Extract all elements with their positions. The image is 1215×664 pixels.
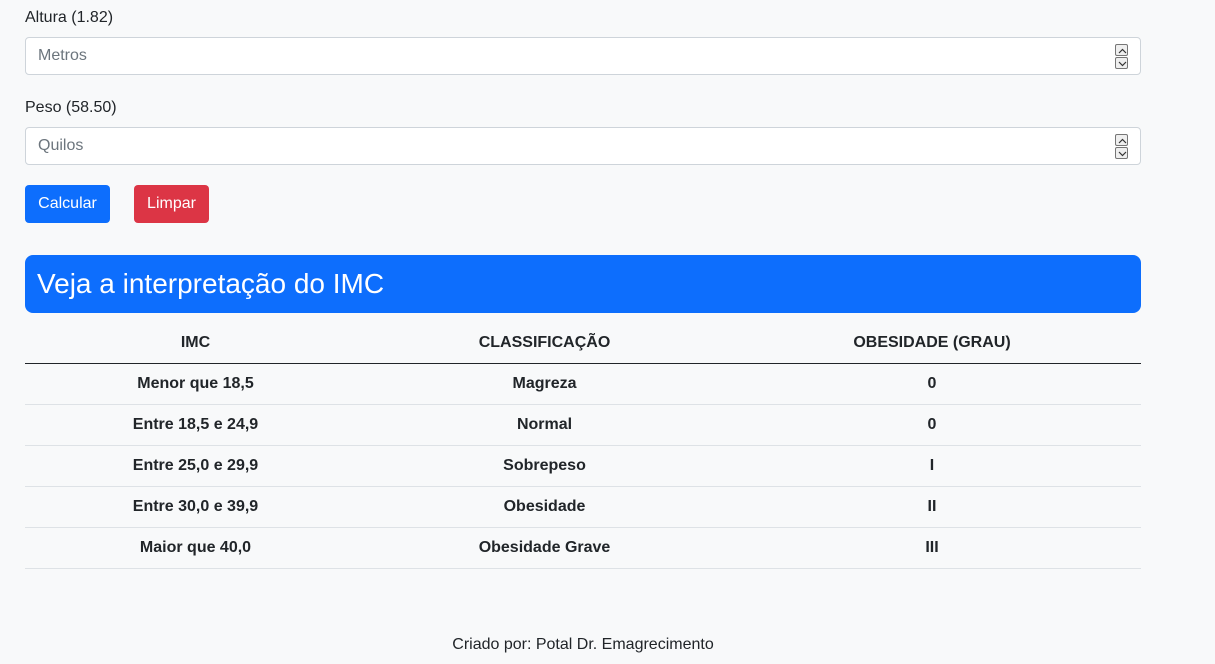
cell-grau: I (723, 445, 1141, 487)
altura-stepper[interactable] (1115, 44, 1128, 69)
cell-grau: II (723, 486, 1141, 528)
stepper-up-button[interactable] (1115, 44, 1128, 56)
cell-classificacao: Obesidade (366, 486, 723, 528)
cell-imc: Entre 25,0 e 29,9 (25, 445, 366, 487)
table-header-row: IMC CLASSIFICAÇÃO OBESIDADE (GRAU) (25, 322, 1141, 364)
cell-imc: Entre 30,0 e 39,9 (25, 486, 366, 528)
cell-classificacao: Obesidade Grave (366, 527, 723, 569)
table-row: Entre 30,0 e 39,9 Obesidade II (25, 486, 1141, 528)
footer-credit: Criado por: Potal Dr. Emagrecimento (452, 636, 714, 653)
peso-stepper[interactable] (1115, 134, 1128, 159)
altura-input[interactable] (26, 38, 1086, 74)
cell-grau: 0 (723, 404, 1141, 446)
stepper-up-button[interactable] (1115, 134, 1128, 146)
table-row: Menor que 18,5 Magreza 0 (25, 363, 1141, 405)
table-row: Maior que 40,0 Obesidade Grave III (25, 527, 1141, 569)
table-row: Entre 25,0 e 29,9 Sobrepeso I (25, 445, 1141, 487)
header-classificacao: CLASSIFICAÇÃO (366, 322, 723, 364)
table-row: Entre 18,5 e 24,9 Normal 0 (25, 404, 1141, 446)
limpar-button[interactable]: Limpar (134, 185, 209, 223)
cell-classificacao: Normal (366, 404, 723, 446)
chevron-down-icon (1118, 151, 1127, 157)
stepper-down-button[interactable] (1115, 147, 1128, 159)
altura-field[interactable] (25, 37, 1141, 75)
cell-grau: 0 (723, 363, 1141, 405)
chevron-down-icon (1118, 61, 1127, 67)
cell-grau: III (723, 527, 1141, 569)
altura-label: Altura (1.82) (25, 9, 114, 26)
chevron-up-icon (1118, 138, 1127, 144)
cell-imc: Maior que 40,0 (25, 527, 366, 569)
cell-imc: Entre 18,5 e 24,9 (25, 404, 366, 446)
cell-classificacao: Sobrepeso (366, 445, 723, 487)
header-imc: IMC (25, 322, 366, 364)
chevron-up-icon (1118, 48, 1127, 54)
stepper-down-button[interactable] (1115, 57, 1128, 69)
imc-interpretation-banner: Veja a interpretação do IMC (25, 255, 1141, 313)
header-obesidade-grau: OBESIDADE (GRAU) (723, 322, 1141, 364)
cell-classificacao: Magreza (366, 363, 723, 405)
calcular-button[interactable]: Calcular (25, 185, 110, 223)
cell-imc: Menor que 18,5 (25, 363, 366, 405)
peso-field[interactable] (25, 127, 1141, 165)
imc-table: IMC CLASSIFICAÇÃO OBESIDADE (GRAU) Menor… (25, 322, 1141, 569)
peso-input[interactable] (26, 128, 1086, 164)
peso-label: Peso (58.50) (25, 99, 117, 116)
